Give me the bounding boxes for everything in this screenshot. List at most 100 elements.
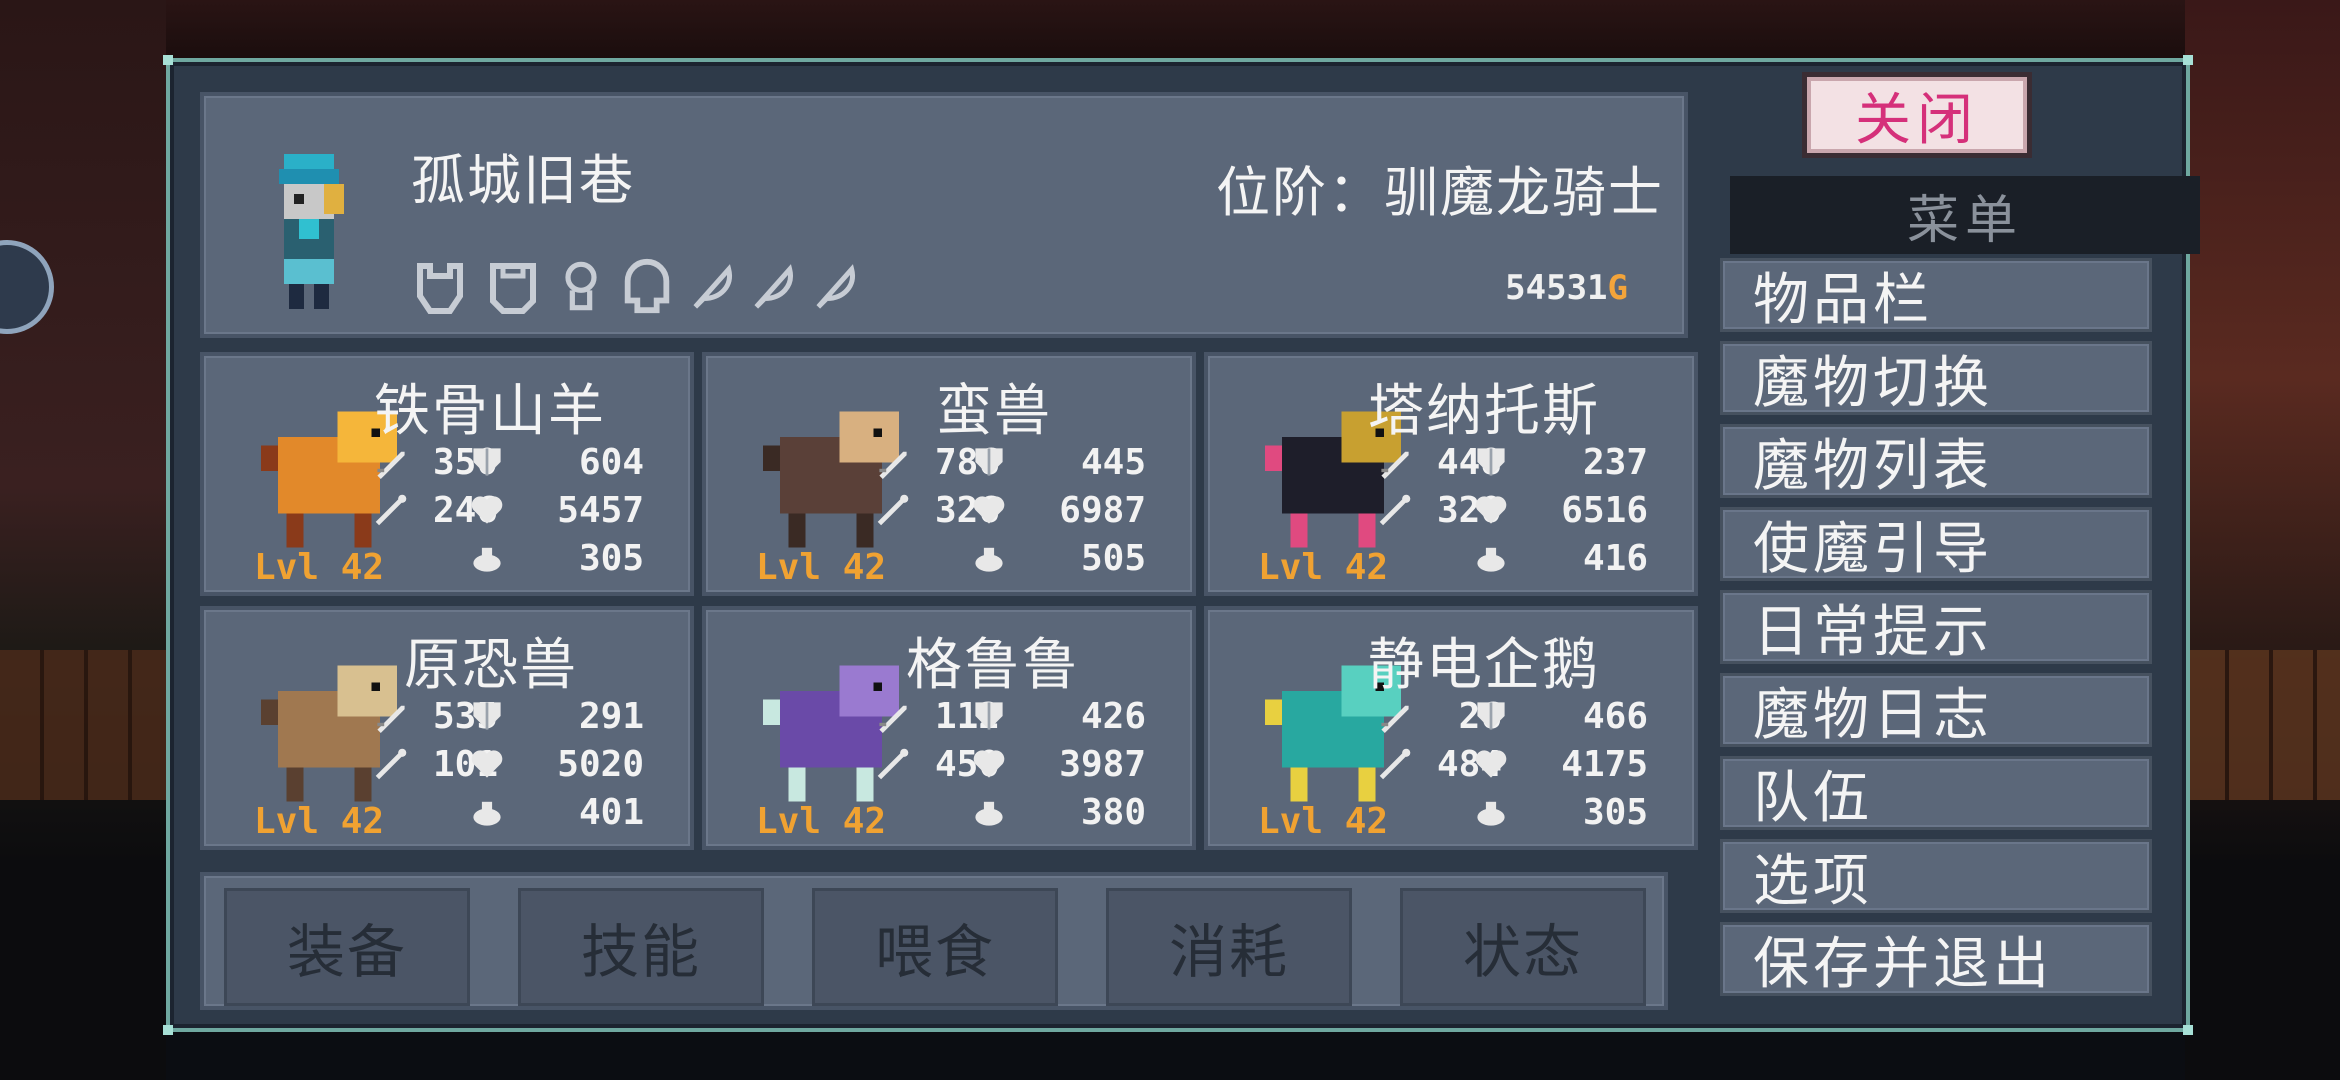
monster-card[interactable]: 原恐兽 535 291 101 5020 401 Lvl 42 (200, 606, 694, 850)
monster-card[interactable]: 静电企鹅264664844175305Lvl 42 (1204, 606, 1698, 850)
background-left-scene (0, 0, 166, 1080)
feather-icon (693, 264, 733, 309)
monster-name: 铁骨山羊 (374, 379, 606, 444)
wand-icon (375, 494, 407, 526)
mana-pot-icon (473, 801, 501, 826)
defense-value: 445 (1080, 441, 1146, 483)
hp-value: 4175 (1561, 743, 1648, 785)
action-tab-bar: 装备 技能 喂食 消耗 状态 (200, 872, 1668, 1010)
badge-icon (625, 259, 670, 314)
mana-pot-icon (1477, 801, 1505, 826)
player-name: 孤城旧巷 (411, 149, 635, 212)
monster-level: Lvl 42 (254, 801, 385, 842)
menu-item-switch-monster[interactable]: 魔物切换 (1720, 341, 2152, 416)
mana-pot-icon (473, 547, 501, 572)
shield-icon (473, 448, 501, 476)
background-top (0, 0, 2340, 60)
mana-value: 505 (1080, 537, 1146, 579)
badge-icon (490, 263, 537, 314)
panel-corner (163, 1025, 173, 1035)
menu-item-options[interactable]: 选项 (1720, 839, 2152, 914)
party-panel: 孤城旧巷 位阶：驯魔龙骑士 54531G 装备 技能 喂食 消耗 状态 关闭 菜… (163, 55, 2200, 1035)
defense-value: 237 (1582, 441, 1648, 483)
tab-consumables[interactable]: 消耗 (1106, 888, 1352, 1006)
sword-icon (1381, 451, 1409, 479)
defense-value: 466 (1582, 695, 1648, 737)
wand-icon (877, 494, 909, 526)
sword-icon (879, 705, 907, 733)
tab-equipment[interactable]: 装备 (224, 888, 470, 1006)
wand-icon (1379, 748, 1411, 780)
tab-skills[interactable]: 技能 (518, 888, 764, 1006)
mana-pot-icon (975, 547, 1003, 572)
player-avatar (279, 154, 344, 309)
hp-value: 5020 (557, 743, 644, 785)
hp-value: 6516 (1561, 489, 1648, 531)
shield-icon (1477, 448, 1505, 476)
monster-card[interactable]: 塔纳托斯 448 237 320 6516 416 Lvl 42 (1204, 352, 1698, 596)
sword-icon (1381, 705, 1409, 733)
sword-icon (377, 451, 405, 479)
heart-icon (973, 750, 1005, 778)
defense-value: 291 (578, 695, 644, 737)
defense-value: 604 (578, 441, 644, 483)
defense-value: 426 (1080, 695, 1146, 737)
mana-value: 416 (1582, 537, 1648, 579)
player-rank: 位阶：驯魔龙骑士 (1216, 161, 1664, 224)
brick-wall (2185, 650, 2340, 800)
monster-level: Lvl 42 (1258, 801, 1389, 842)
monster-level: Lvl 42 (1258, 547, 1389, 588)
monster-level: Lvl 42 (756, 801, 887, 842)
player-header: 孤城旧巷 位阶：驯魔龙骑士 54531G (200, 92, 1688, 338)
mana-pot-icon (975, 801, 1003, 826)
mana-value: 305 (578, 537, 644, 579)
monster-card[interactable]: 铁骨山羊 350 604 246 5457 305 Lvl 42 (200, 352, 694, 596)
heart-icon (471, 496, 503, 524)
heart-icon (1475, 750, 1507, 778)
hp-value: 6987 (1059, 489, 1146, 531)
badge-icon (565, 261, 597, 311)
shield-icon (975, 448, 1003, 476)
feather-icon (816, 264, 855, 309)
gold-unit: G (1607, 268, 1628, 308)
menu-item-monster-log[interactable]: 魔物日志 (1720, 673, 2152, 748)
gold-counter: 54531G (1505, 268, 1628, 308)
menu-item-save-and-quit[interactable]: 保存并退出 (1720, 922, 2152, 997)
monster-level: Lvl 42 (756, 547, 887, 588)
brick-wall (0, 650, 166, 800)
wand-icon (375, 748, 407, 780)
shield-icon (473, 702, 501, 730)
menu-item-party[interactable]: 队伍 (1720, 756, 2152, 831)
panel-corner (163, 55, 173, 65)
panel-corner (2183, 1025, 2193, 1035)
panel-corner (2183, 55, 2193, 65)
monster-card[interactable]: 蛮兽 786 445 326 6987 505 Lvl 42 (702, 352, 1196, 596)
monster-card[interactable]: 格鲁鲁 112 426 450 3987 380 Lvl 42 (702, 606, 1196, 850)
monster-name: 格鲁鲁 (906, 633, 1080, 698)
badge-icon (417, 263, 463, 314)
tab-feed[interactable]: 喂食 (812, 888, 1058, 1006)
feather-icon (754, 264, 794, 309)
monster-level: Lvl 42 (254, 547, 385, 588)
hp-value: 5457 (557, 489, 644, 531)
menu-item-daily-tips[interactable]: 日常提示 (1720, 590, 2152, 665)
menu-item-monster-list[interactable]: 魔物列表 (1720, 424, 2152, 499)
heart-icon (973, 496, 1005, 524)
sword-icon (879, 451, 907, 479)
menu-item-familiar-guide[interactable]: 使魔引导 (1720, 507, 2152, 582)
monster-name: 蛮兽 (936, 379, 1052, 444)
gold-amount: 54531 (1505, 268, 1608, 308)
shield-icon (975, 702, 1003, 730)
heart-icon (471, 750, 503, 778)
heart-icon (1475, 496, 1507, 524)
monster-name: 原恐兽 (404, 633, 578, 698)
tab-status[interactable]: 状态 (1400, 888, 1646, 1006)
monster-name: 塔纳托斯 (1368, 379, 1600, 444)
sword-icon (377, 705, 405, 733)
wand-icon (877, 748, 909, 780)
menu-title: 菜单 (1730, 176, 2200, 254)
mana-value: 401 (578, 791, 644, 833)
background-right-scene (2185, 0, 2340, 1080)
close-button[interactable]: 关闭 (1802, 72, 2032, 158)
menu-item-inventory[interactable]: 物品栏 (1720, 258, 2152, 333)
